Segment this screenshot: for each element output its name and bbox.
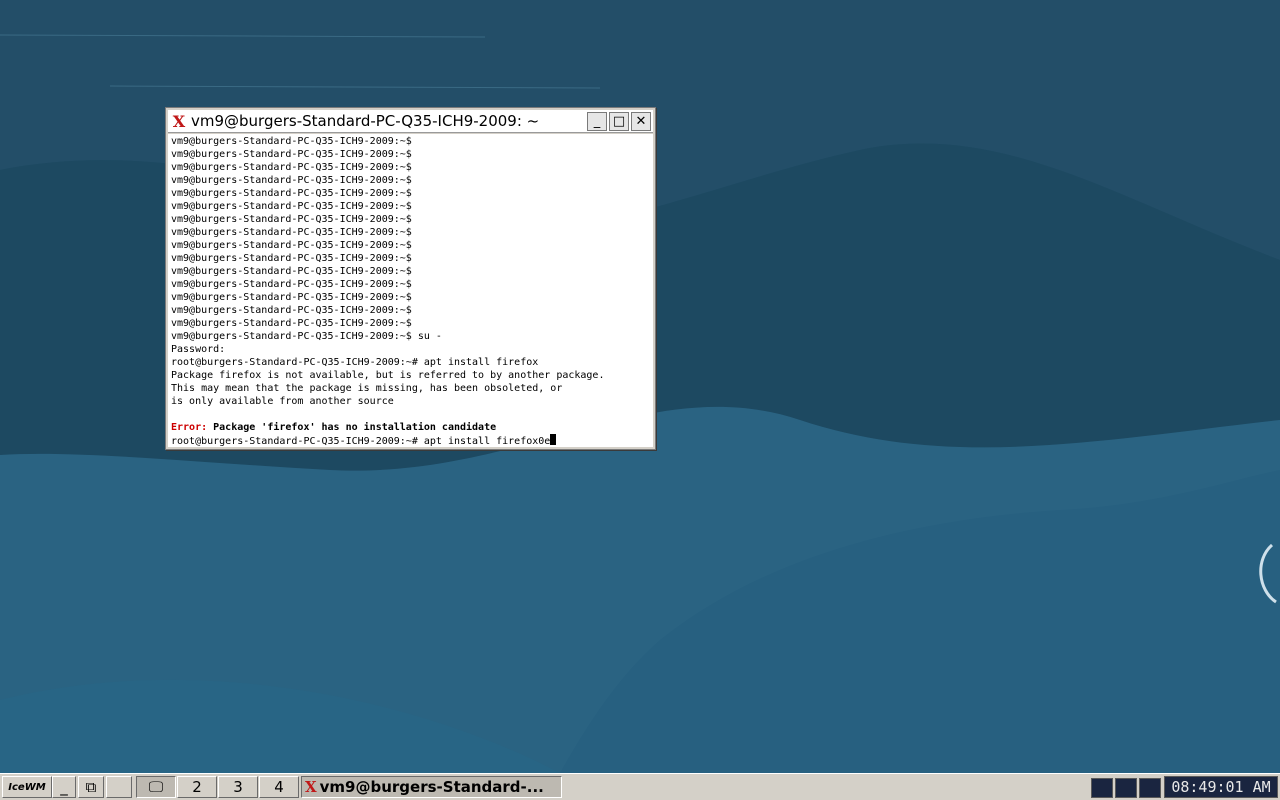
network-monitor[interactable] xyxy=(1115,778,1137,798)
terminal-line: vm9@burgers-Standard-PC-Q35-ICH9-2009:~$ xyxy=(171,136,412,147)
terminal-line: vm9@burgers-Standard-PC-Q35-ICH9-2009:~$ xyxy=(171,240,412,251)
xterm-icon: X xyxy=(305,778,317,796)
desktop[interactable]: X vm9@burgers-Standard-PC-Q35-ICH9-2009:… xyxy=(0,0,1280,773)
terminal-line: vm9@burgers-Standard-PC-Q35-ICH9-2009:~$ xyxy=(171,201,412,212)
terminal-line: vm9@burgers-Standard-PC-Q35-ICH9-2009:~$ xyxy=(171,175,412,186)
terminal-titlebar[interactable]: X vm9@burgers-Standard-PC-Q35-ICH9-2009:… xyxy=(168,110,653,133)
terminal-line: is only available from another source xyxy=(171,396,394,407)
error-line: Error: Package 'firefox' has no installa… xyxy=(171,421,653,434)
workspace-1[interactable]: 🖵 xyxy=(136,776,176,798)
terminal-line: vm9@burgers-Standard-PC-Q35-ICH9-2009:~$ xyxy=(171,279,412,290)
terminal-line: vm9@burgers-Standard-PC-Q35-ICH9-2009:~$ xyxy=(171,214,412,225)
terminal-line: vm9@burgers-Standard-PC-Q35-ICH9-2009:~$ xyxy=(171,188,412,199)
terminal-line: Package firefox is not available, but is… xyxy=(171,370,605,381)
workspace-4[interactable]: 4 xyxy=(259,776,299,798)
terminal-line: root@burgers-Standard-PC-Q35-ICH9-2009:~… xyxy=(171,357,539,368)
taskbar: IceWM _ ⧉ 🖵 2 3 4 X vm9@burgers-Standard… xyxy=(0,773,1280,800)
minimize-button[interactable]: _ xyxy=(587,111,607,131)
close-button[interactable]: ✕ xyxy=(631,111,651,131)
maximize-button[interactable]: □ xyxy=(609,111,629,131)
terminal-window[interactable]: X vm9@burgers-Standard-PC-Q35-ICH9-2009:… xyxy=(165,107,656,450)
taskbar-window-title: vm9@burgers-Standard-... xyxy=(319,778,544,796)
window-list-button[interactable]: ⧉ xyxy=(78,776,104,798)
blank-quicklaunch-button[interactable] xyxy=(106,776,132,798)
cpu-monitor[interactable] xyxy=(1091,778,1113,798)
window-title: vm9@burgers-Standard-PC-Q35-ICH9-2009: ~ xyxy=(191,112,540,130)
workspace-1-icon: 🖵 xyxy=(148,778,164,796)
terminal-line: Password: xyxy=(171,344,226,355)
terminal-line: vm9@burgers-Standard-PC-Q35-ICH9-2009:~$ xyxy=(171,318,412,329)
current-prompt[interactable]: root@burgers-Standard-PC-Q35-ICH9-2009:~… xyxy=(171,436,550,447)
error-label: Error: xyxy=(171,422,208,433)
show-desktop-button[interactable]: _ xyxy=(52,776,76,798)
text-cursor xyxy=(550,434,557,445)
window-list-icon: ⧉ xyxy=(85,778,97,796)
taskbar-window-terminal[interactable]: X vm9@burgers-Standard-... xyxy=(301,776,562,798)
terminal-line: vm9@burgers-Standard-PC-Q35-ICH9-2009:~$ xyxy=(171,253,412,264)
xterm-icon[interactable]: X xyxy=(170,112,188,131)
terminal-line: vm9@burgers-Standard-PC-Q35-ICH9-2009:~$ xyxy=(171,227,412,238)
terminal-line: vm9@burgers-Standard-PC-Q35-ICH9-2009:~$ xyxy=(171,149,412,160)
terminal-line: vm9@burgers-Standard-PC-Q35-ICH9-2009:~$ xyxy=(171,266,412,277)
terminal-line: This may mean that the package is missin… xyxy=(171,383,563,394)
terminal-line: vm9@burgers-Standard-PC-Q35-ICH9-2009:~$… xyxy=(171,331,442,342)
workspace-3[interactable]: 3 xyxy=(218,776,258,798)
memory-monitor[interactable] xyxy=(1139,778,1161,798)
show-desktop-icon: _ xyxy=(60,778,68,796)
current-prompt-line[interactable]: root@burgers-Standard-PC-Q35-ICH9-2009:~… xyxy=(171,434,653,447)
terminal-output[interactable]: vm9@burgers-Standard-PC-Q35-ICH9-2009:~$… xyxy=(168,134,653,447)
terminal-line: vm9@burgers-Standard-PC-Q35-ICH9-2009:~$ xyxy=(171,292,412,303)
workspace-2[interactable]: 2 xyxy=(177,776,217,798)
terminal-lines: vm9@burgers-Standard-PC-Q35-ICH9-2009:~$… xyxy=(171,135,653,421)
terminal-line: vm9@burgers-Standard-PC-Q35-ICH9-2009:~$ xyxy=(171,305,412,316)
start-menu-button[interactable]: IceWM xyxy=(2,776,52,798)
error-message: Package 'firefox' has no installation ca… xyxy=(207,422,497,433)
terminal-line: vm9@burgers-Standard-PC-Q35-ICH9-2009:~$ xyxy=(171,162,412,173)
clock[interactable]: 08:49:01 AM xyxy=(1164,776,1278,798)
